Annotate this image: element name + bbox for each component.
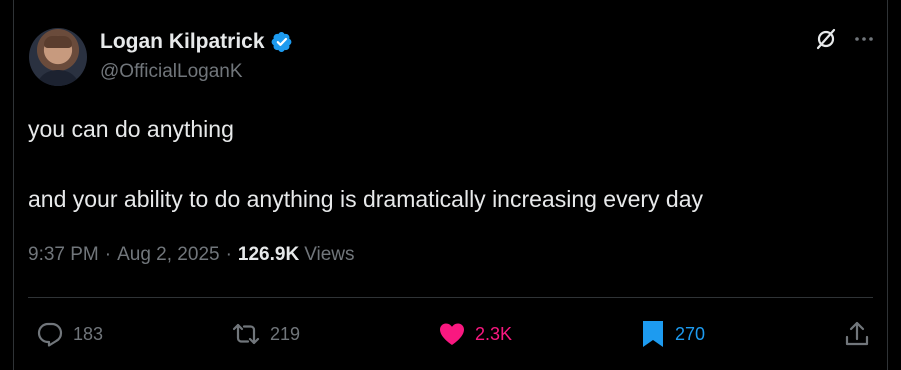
author-name[interactable]: Logan Kilpatrick: [100, 30, 265, 54]
share-button[interactable]: [844, 317, 870, 351]
bookmark-icon: [640, 319, 666, 349]
avatar[interactable]: [29, 28, 87, 86]
repost-button[interactable]: 219: [231, 317, 300, 351]
like-button[interactable]: 2.3K: [438, 317, 512, 351]
tweet-card: Logan Kilpatrick @OfficialLoganK you can…: [13, 0, 888, 370]
like-count: 2.3K: [475, 323, 513, 344]
grok-icon[interactable]: [815, 28, 837, 50]
tweet-meta: 9:37 PM · Aug 2, 2025 · 126.9K Views: [28, 244, 355, 266]
tweet-line-1: you can do anything: [28, 116, 234, 142]
reply-count: 183: [73, 323, 104, 344]
bookmark-count: 270: [675, 323, 706, 344]
meta-separator: ·: [225, 244, 232, 265]
action-bar: 183 219 2.3K 270: [14, 317, 887, 351]
tweet-line-2: and your ability to do anything is drama…: [28, 186, 704, 212]
views-count[interactable]: 126.9K: [238, 244, 299, 266]
divider: [28, 297, 873, 298]
verified-badge-icon[interactable]: [271, 31, 293, 53]
share-icon: [844, 320, 870, 348]
avatar-shirt: [35, 70, 81, 86]
views-label: Views: [304, 244, 355, 265]
top-icons: [815, 28, 875, 50]
tweet-text: you can do anything and your ability to …: [28, 114, 868, 214]
author-name-row: Logan Kilpatrick: [100, 30, 293, 54]
tweet-date[interactable]: Aug 2, 2025: [117, 244, 219, 266]
reply-button[interactable]: 183: [36, 317, 103, 351]
bookmark-button[interactable]: 270: [640, 317, 705, 351]
repost-icon: [231, 320, 261, 348]
heart-icon: [438, 320, 466, 348]
avatar-hair: [44, 36, 72, 48]
tweet-time[interactable]: 9:37 PM: [28, 244, 99, 266]
meta-separator: ·: [104, 244, 112, 265]
author-handle[interactable]: @OfficialLoganK: [100, 61, 243, 83]
more-icon[interactable]: [853, 28, 875, 50]
repost-count: 219: [270, 323, 301, 344]
reply-icon: [36, 320, 64, 348]
